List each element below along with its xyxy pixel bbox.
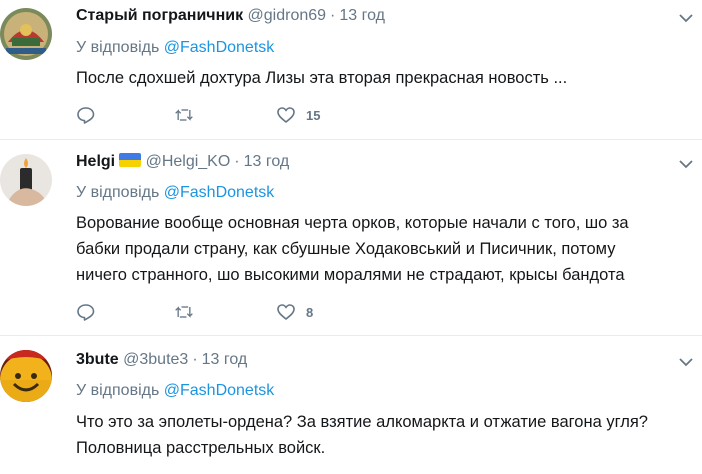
retweet-icon bbox=[175, 109, 193, 121]
chevron-down-icon[interactable] bbox=[678, 156, 694, 172]
reply-prefix: У відповідь bbox=[76, 184, 160, 201]
tweet-2[interactable]: Helgi @Helgi_KO · 13 год У відповідь @Fash… bbox=[0, 140, 702, 336]
separator-dot: · bbox=[330, 7, 336, 24]
like-count: 8 bbox=[306, 304, 314, 320]
tweet-header: Старый пограничник @gidron69 · 13 год bbox=[76, 6, 385, 26]
ukraine-flag-icon bbox=[119, 153, 142, 167]
separator-dot: · bbox=[234, 153, 240, 170]
chevron-down-icon[interactable] bbox=[678, 354, 694, 370]
user-handle[interactable]: @gidron69 bbox=[248, 7, 327, 24]
reply-context: У відповідь @FashDonetsk bbox=[76, 38, 274, 58]
like-count: 15 bbox=[306, 107, 321, 123]
separator-dot: · bbox=[192, 351, 198, 368]
reply-to-link[interactable]: @FashDonetsk bbox=[164, 39, 275, 56]
timestamp[interactable]: 13 год bbox=[202, 351, 248, 368]
reply-to-link[interactable]: @FashDonetsk bbox=[164, 184, 275, 201]
like-button[interactable]: 15 bbox=[276, 104, 320, 126]
reply-to-link[interactable]: @FashDonetsk bbox=[164, 382, 275, 399]
avatar[interactable] bbox=[0, 154, 52, 206]
chevron-down-icon[interactable] bbox=[678, 10, 694, 26]
tweet-text-line: Что это за эполеты-ордена? За взятие алк… bbox=[76, 413, 648, 431]
tweet-text-line: Половница расстрельных войск. bbox=[76, 439, 326, 457]
reply-icon bbox=[77, 107, 95, 124]
tweet-text-line: ничего странного, шо высокими моралями н… bbox=[76, 266, 625, 284]
timestamp[interactable]: 13 год bbox=[339, 7, 385, 24]
display-name[interactable]: Helgi bbox=[76, 153, 115, 170]
tweet-text-line: бабки продали страну, как сбушные Ходако… bbox=[76, 240, 616, 258]
reply-prefix: У відповідь bbox=[76, 382, 160, 399]
reply-context: У відповідь @FashDonetsk bbox=[76, 183, 274, 203]
retweet-icon bbox=[175, 306, 193, 318]
like-icon bbox=[277, 304, 295, 320]
like-icon bbox=[277, 107, 295, 123]
display-name[interactable]: Старый пограничник bbox=[76, 7, 243, 24]
display-name[interactable]: 3bute bbox=[76, 351, 119, 368]
avatar[interactable] bbox=[0, 8, 52, 60]
tweet-actions: 8 bbox=[76, 301, 376, 323]
tweet-header: 3bute @3bute3 · 13 год bbox=[76, 350, 247, 370]
retweet-button[interactable] bbox=[174, 104, 194, 126]
tweet-actions: 15 bbox=[76, 104, 376, 126]
reply-context: У відповідь @FashDonetsk bbox=[76, 381, 274, 401]
reply-prefix: У відповідь bbox=[76, 39, 160, 56]
user-handle[interactable]: @3bute3 bbox=[123, 351, 188, 368]
tweet-text: После сдохшей дохтура Лизы эта вторая пр… bbox=[76, 69, 568, 87]
tweet-text-line: Ворование вообще основная черта орков, к… bbox=[76, 214, 629, 232]
reply-button[interactable] bbox=[76, 301, 96, 323]
user-handle[interactable]: @Helgi_KO bbox=[146, 153, 231, 170]
tweet-3[interactable]: 3bute @3bute3 · 13 год У відповідь @FashDo… bbox=[0, 336, 702, 474]
reply-button[interactable] bbox=[76, 104, 96, 126]
tweet-text: Что это за эполеты-ордена? За взятие алк… bbox=[76, 409, 696, 461]
timestamp[interactable]: 13 год bbox=[244, 153, 290, 170]
retweet-button[interactable] bbox=[174, 301, 194, 323]
reply-icon bbox=[77, 304, 95, 321]
tweet-text: Ворование вообще основная черта орков, к… bbox=[76, 210, 696, 288]
tweet-header: Helgi @Helgi_KO · 13 год bbox=[76, 152, 289, 172]
like-button[interactable]: 8 bbox=[276, 301, 313, 323]
avatar[interactable] bbox=[0, 350, 52, 402]
tweet-1[interactable]: Старый пограничник @gidron69 · 13 год У ві… bbox=[0, 0, 702, 140]
